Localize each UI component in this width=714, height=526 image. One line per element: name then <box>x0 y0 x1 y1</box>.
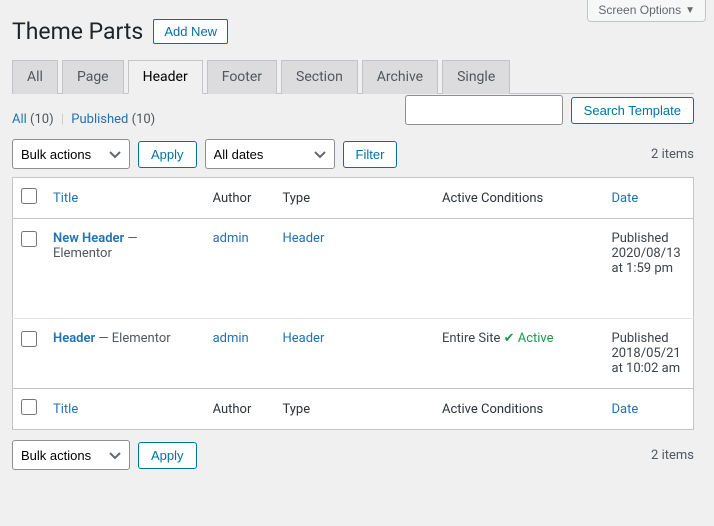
select-all-footer <box>13 389 46 430</box>
date-line2: at 10:02 am <box>612 361 681 376</box>
date-status: Published <box>612 331 669 346</box>
date-status: Published <box>612 231 669 246</box>
condition-badge: Active <box>518 331 554 346</box>
tab-archive[interactable]: Archive <box>362 60 438 94</box>
select-all-checkbox-bottom[interactable] <box>21 399 37 415</box>
items-count: 2 items <box>651 147 694 162</box>
tab-footer[interactable]: Footer <box>207 60 277 94</box>
search-input[interactable] <box>405 95 563 125</box>
apply-button[interactable]: Apply <box>138 141 197 168</box>
date-line1: 2020/08/13 <box>612 246 681 261</box>
row-checkbox-cell <box>13 219 46 319</box>
row-title-link[interactable]: Header <box>53 331 95 346</box>
row-title-suffix: — Elementor <box>95 331 170 346</box>
row-conditions-cell: Entire Site ✔ Active <box>434 319 604 389</box>
row-title-link[interactable]: New Header <box>53 231 124 246</box>
page-title: Theme Parts <box>12 18 143 45</box>
tab-page[interactable]: Page <box>62 60 124 94</box>
column-type-footer: Type <box>274 389 433 430</box>
column-type: Type <box>274 178 433 219</box>
row-date-cell: Published2018/05/21at 10:02 am <box>604 319 694 389</box>
column-title-footer[interactable]: Title <box>45 389 205 430</box>
items-count-bottom: 2 items <box>651 448 694 463</box>
select-all-checkbox-top[interactable] <box>21 188 37 204</box>
author-link[interactable]: admin <box>213 331 249 346</box>
view-all-count: (10) <box>30 112 54 127</box>
condition-text: Entire Site <box>442 331 504 346</box>
chevron-down-icon: ▼ <box>685 5 695 16</box>
select-all-header <box>13 178 46 219</box>
column-author: Author <box>205 178 275 219</box>
row-title-cell: New Header — Elementor <box>45 219 205 319</box>
type-link[interactable]: Header <box>282 331 324 346</box>
row-conditions-cell <box>434 219 604 319</box>
row-checkbox[interactable] <box>21 231 37 247</box>
tablenav-top: Bulk actions Apply All dates Filter 2 it… <box>12 139 694 169</box>
screen-options-wrap: Screen Options ▼ <box>587 0 706 22</box>
posts-table: Title Author Type Active Conditions Date… <box>12 177 694 430</box>
date-line1: 2018/05/21 <box>612 346 681 361</box>
row-checkbox[interactable] <box>21 331 37 347</box>
tab-single[interactable]: Single <box>442 60 510 94</box>
view-all-link[interactable]: All <box>12 112 27 127</box>
tabs: AllPageHeaderFooterSectionArchiveSingle <box>12 60 694 94</box>
search-template-button[interactable]: Search Template <box>571 97 694 124</box>
table-row: New Header — Elementor admin Header Publish… <box>13 219 694 319</box>
views-separator: | <box>61 112 64 127</box>
check-icon: ✔ <box>504 331 518 346</box>
screen-options-label: Screen Options <box>598 3 681 17</box>
row-date-cell: Published2020/08/13at 1:59 pm <box>604 219 694 319</box>
tablenav-bottom: Bulk actions Apply 2 items <box>12 440 694 470</box>
row-title-cell: Header — Elementor <box>45 319 205 389</box>
apply-button-bottom[interactable]: Apply <box>138 442 197 469</box>
tab-section[interactable]: Section <box>281 60 358 94</box>
table-row: Header — Elementor admin Header Entire Site… <box>13 319 694 389</box>
screen-options-toggle[interactable]: Screen Options ▼ <box>587 0 706 22</box>
row-author-cell: admin <box>205 319 275 389</box>
filter-button[interactable]: Filter <box>343 141 398 168</box>
dates-select[interactable]: All dates <box>205 139 335 169</box>
type-link[interactable]: Header <box>282 231 324 246</box>
author-link[interactable]: admin <box>213 231 249 246</box>
date-line2: at 1:59 pm <box>612 261 674 276</box>
column-conditions: Active Conditions <box>434 178 604 219</box>
tab-header[interactable]: Header <box>128 60 203 94</box>
view-published-count: (10) <box>132 112 156 127</box>
add-new-button[interactable]: Add New <box>153 19 228 44</box>
bulk-actions-select[interactable]: Bulk actions <box>12 139 130 169</box>
bulk-actions-select-bottom[interactable]: Bulk actions <box>12 440 130 470</box>
column-date[interactable]: Date <box>604 178 694 219</box>
column-author-footer: Author <box>205 389 275 430</box>
view-published-link[interactable]: Published <box>71 112 128 127</box>
row-type-cell: Header <box>274 319 433 389</box>
tab-all[interactable]: All <box>12 60 58 94</box>
column-date-footer[interactable]: Date <box>604 389 694 430</box>
row-checkbox-cell <box>13 319 46 389</box>
row-author-cell: admin <box>205 219 275 319</box>
column-title[interactable]: Title <box>45 178 205 219</box>
column-conditions-footer: Active Conditions <box>434 389 604 430</box>
row-type-cell: Header <box>274 219 433 319</box>
